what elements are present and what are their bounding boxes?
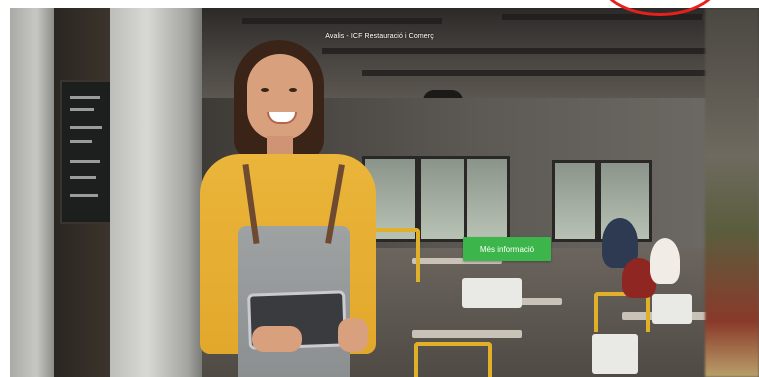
waitress-figure bbox=[192, 36, 392, 377]
door-pillar bbox=[110, 8, 202, 377]
chalkboard-sign bbox=[60, 80, 112, 224]
page: Avalis - ICF Restauració i Comerç Més in… bbox=[0, 0, 759, 377]
blurred-foreground-edge bbox=[705, 8, 759, 377]
door-frame bbox=[10, 8, 54, 377]
hero-title: Avalis - ICF Restauració i Comerç bbox=[325, 33, 434, 40]
hero-banner bbox=[10, 8, 759, 377]
more-info-button[interactable]: Més informació bbox=[463, 237, 551, 261]
